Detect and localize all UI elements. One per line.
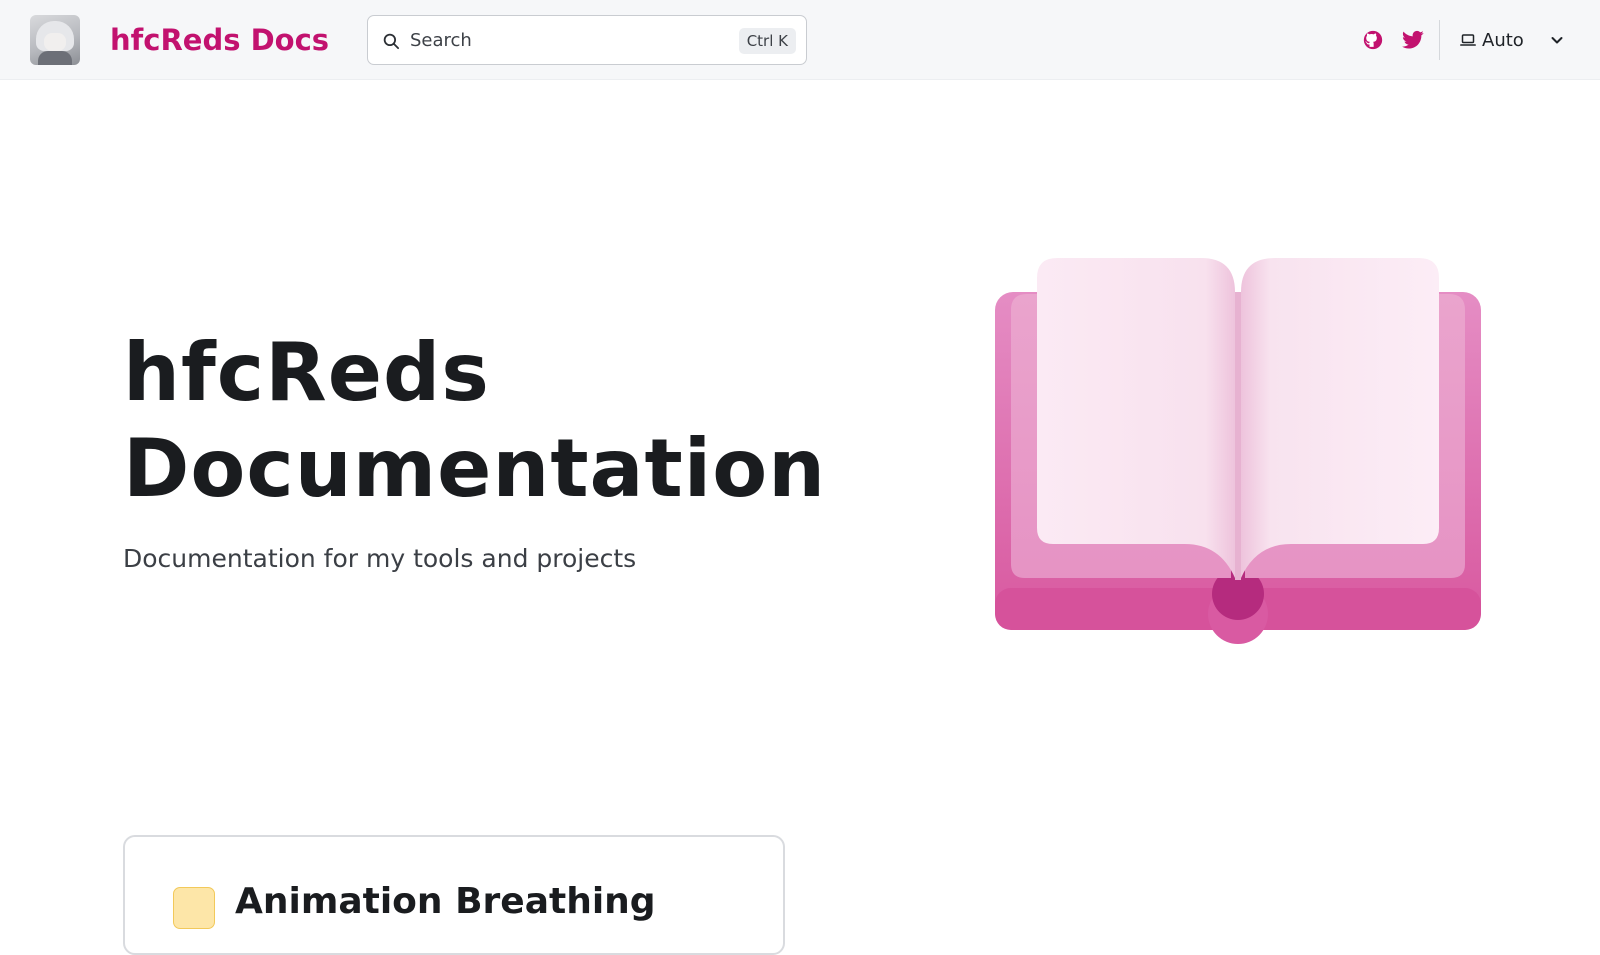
github-icon [1363,30,1383,50]
card-emoji-icon [173,887,215,929]
site-title-link[interactable]: hfcReds Docs [110,20,329,60]
theme-selected-value: Auto [1482,29,1524,51]
twitter-icon [1402,30,1424,49]
open-book-icon [995,258,1481,644]
site-logo-avatar[interactable] [30,15,80,65]
hero-title-line-2: Documentation [123,422,827,515]
theme-select[interactable]: Auto [1460,22,1575,58]
hero-title-line-1: hfcReds [123,326,490,419]
laptop-icon [1460,34,1476,46]
navbar-divider [1439,20,1440,60]
search-input[interactable] [410,24,710,56]
card-title: Animation Breathing [235,881,656,922]
search-shortcut-badge: Ctrl K [738,28,796,54]
chevron-down-icon [1551,37,1563,44]
avatar-face [44,33,66,51]
navbar: hfcReds Docs Ctrl K Auto [0,0,1600,80]
github-link[interactable] [1360,27,1386,53]
search-icon [383,33,400,50]
hero-subtitle: Documentation for my tools and projects [123,544,637,573]
search-box[interactable]: Ctrl K [367,15,807,65]
twitter-link[interactable] [1400,27,1426,53]
avatar-body [38,51,72,65]
hero-title: hfcReds Documentation [123,325,883,517]
project-card[interactable]: Animation Breathing [123,835,785,955]
